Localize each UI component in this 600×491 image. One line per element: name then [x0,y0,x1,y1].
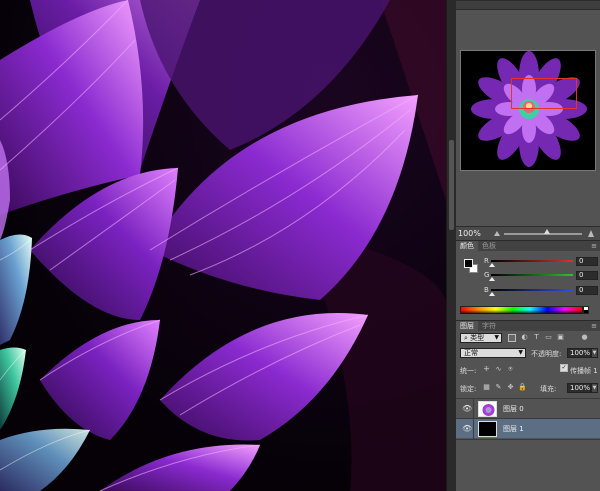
shape-filter-icon[interactable]: ▭ [544,333,553,342]
chevron-down-icon: ▼ [518,349,523,356]
document-canvas[interactable] [0,0,446,491]
black-white-ramp[interactable] [583,306,589,314]
blue-slider-knob[interactable] [489,292,495,296]
blend-mode-dropdown[interactable]: 正常 ▼ [460,348,526,358]
filter-kind-value: 类型 [470,334,485,342]
foreground-color-swatch[interactable] [464,259,473,268]
lock-transparent-icon[interactable]: ▦ [482,383,491,392]
panel-menu-icon[interactable]: ≡ [591,322,597,330]
adjustment-filter-icon[interactable]: ◐ [520,333,529,342]
green-slider[interactable] [491,274,573,276]
pixel-filter-icon[interactable] [508,334,516,342]
panel-menu-icon[interactable]: ≡ [591,242,597,250]
blend-mode-value: 正常 [464,349,478,357]
zoom-in-icon[interactable] [588,230,594,237]
layers-panel-tabs: 图层 字符 ≡ [456,320,600,332]
blue-slider[interactable] [491,289,573,291]
lock-image-icon[interactable]: ✎ [494,383,503,392]
opacity-dropdown-button[interactable]: ▼ [591,348,598,358]
layer-thumbnail [478,421,497,437]
layer-name[interactable]: 图层 1 [503,424,524,434]
scrollbar-thumb[interactable] [449,140,454,230]
smart-object-filter-icon[interactable]: ▣ [556,333,565,342]
propagate-frame-checkbox[interactable]: ✓ [560,364,568,372]
zoom-out-icon[interactable] [494,231,500,236]
unify-position-icon[interactable]: ⁜ [482,365,491,374]
eye-icon[interactable]: 👁 [462,424,472,433]
tab-layers[interactable]: 图层 [456,321,478,332]
green-value-field[interactable]: 0 [576,271,598,280]
layer-row-1[interactable]: 👁 图层 1 [456,418,600,439]
green-slider-knob[interactable] [489,277,495,281]
canvas-vertical-scrollbar[interactable] [446,0,456,491]
eye-icon[interactable]: 👁 [462,404,472,413]
propagate-frame-label: 传播帧 1 [570,367,598,375]
fill-dropdown-button[interactable]: ▼ [591,383,598,393]
navigator-view-rectangle[interactable] [511,78,577,109]
layer-filter-dropdown[interactable]: ⌕ 类型 ▼ [460,333,502,343]
tab-swatches[interactable]: 色板 [478,241,500,252]
color-spectrum-ramp[interactable] [460,306,583,314]
right-panel-dock: 100% 颜色 色板 ≡ R 0 G 0 B 0 图层 字符 ≡ ⌕ 类型 ▼ … [456,0,600,491]
flower-artwork [0,0,446,491]
layer-thumbnail [478,401,497,417]
layer-row-0[interactable]: 👁 图层 0 [456,398,600,419]
chevron-down-icon: ▼ [494,334,499,341]
navigator-preview[interactable] [460,50,596,171]
unify-label: 统一: [460,367,477,375]
type-filter-icon[interactable]: T [532,333,541,342]
tab-character[interactable]: 字符 [478,321,500,332]
tab-color[interactable]: 颜色 [456,241,478,252]
unify-visibility-icon[interactable]: ∿ [494,365,503,374]
layers-empty-area [456,439,600,491]
opacity-field[interactable]: 100% [567,348,591,358]
navigator-thumbnail [461,51,595,170]
unify-style-icon[interactable]: ⍟ [506,365,515,374]
flower-thumbnail-icon [479,402,496,416]
opacity-label: 不透明度: [531,350,562,358]
red-value-field[interactable]: 0 [576,257,598,266]
red-slider-knob[interactable] [489,263,495,267]
blue-value-field[interactable]: 0 [576,286,598,295]
lock-label: 锁定: [460,385,477,393]
zoom-slider[interactable] [504,233,582,235]
filter-toggle-icon[interactable]: ● [580,333,589,342]
lock-all-icon[interactable]: 🔒 [518,383,527,392]
layer-name[interactable]: 图层 0 [503,404,524,414]
fill-field[interactable]: 100% [567,383,591,393]
zoom-slider-knob[interactable] [544,229,550,234]
zoom-value[interactable]: 100% [458,229,481,238]
lock-position-icon[interactable]: ✥ [506,383,515,392]
navigator-zoom-bar: 100% [456,226,600,240]
red-slider[interactable] [491,260,573,262]
color-panel-tabs: 颜色 色板 ≡ [456,240,600,252]
panel-header-strip [456,0,600,10]
fill-label: 填充: [540,385,557,393]
